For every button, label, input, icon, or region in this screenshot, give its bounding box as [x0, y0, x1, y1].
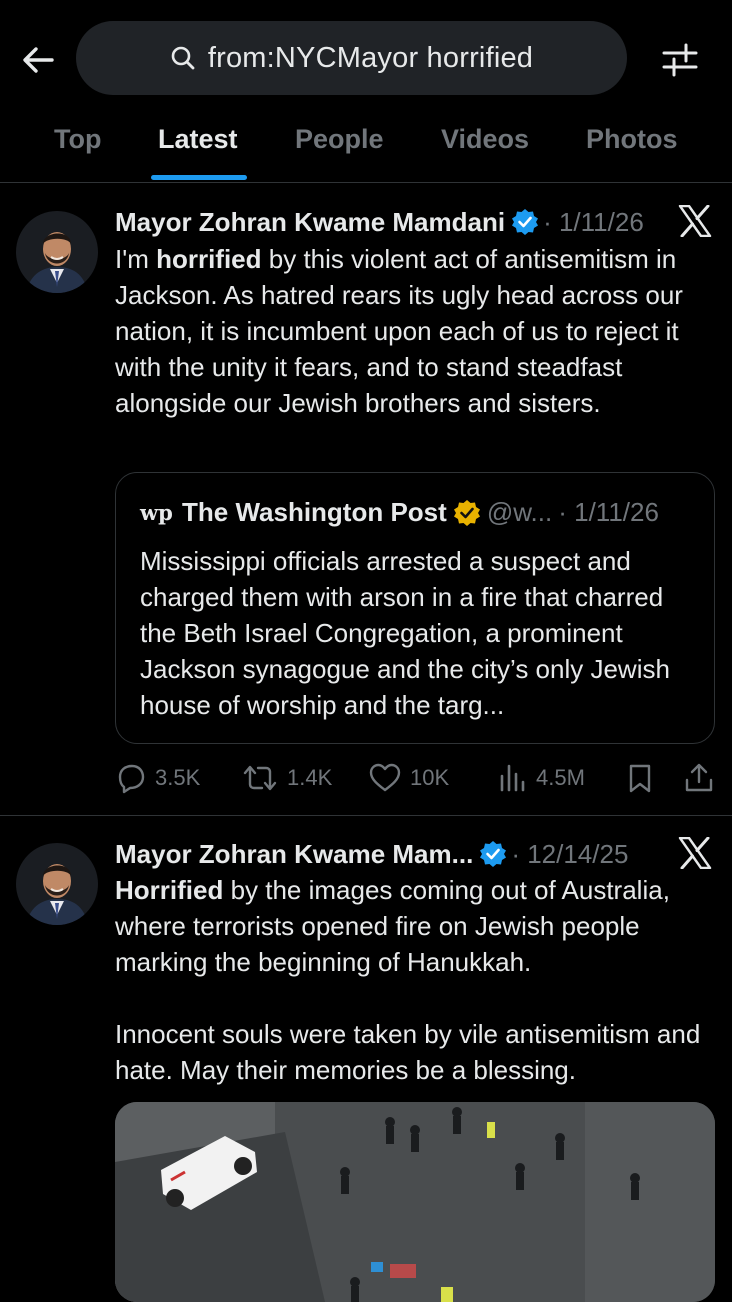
back-arrow-icon	[23, 47, 54, 73]
washington-post-logo: wp	[140, 500, 173, 525]
avatar[interactable]	[16, 211, 98, 293]
author-name[interactable]: Mayor Zohran Kwame Mamdani	[115, 207, 505, 238]
x-logo-icon	[678, 205, 712, 237]
post[interactable]: Mayor Zohran Kwame Mam... · 12/14/25 Hor…	[0, 816, 732, 1302]
verified-badge-icon	[453, 499, 480, 526]
like-icon	[369, 763, 401, 792]
quoted-handle: @w...	[486, 497, 553, 527]
repost-count: 1.4K	[287, 765, 333, 790]
views-button[interactable]: 4.5M	[498, 758, 585, 798]
search-icon	[171, 46, 195, 70]
author-name[interactable]: Mayor Zohran Kwame Mam...	[115, 839, 473, 870]
tab-people[interactable]: People	[295, 124, 384, 155]
quoted-post[interactable]: wp The Washington Post @w... · 1/11/26 M…	[115, 472, 715, 744]
reply-icon	[118, 764, 145, 794]
repost-icon	[243, 765, 277, 791]
x-logo-icon	[678, 837, 712, 869]
search-query: from:NYCMayor horrified	[207, 41, 534, 74]
like-count: 10K	[410, 765, 450, 790]
views-icon	[500, 764, 525, 792]
verified-badge-icon	[512, 209, 539, 235]
share-button[interactable]	[683, 758, 723, 798]
post-body: I'm horrified by this violent act of ant…	[115, 244, 683, 418]
tab-videos[interactable]: Videos	[441, 124, 529, 155]
bookmark-icon	[629, 764, 651, 793]
quoted-post-header: wp The Washington Post @w... · 1/11/26	[140, 497, 659, 528]
tab-photos[interactable]: Photos	[586, 124, 678, 155]
post-body: Horrified by the images coming out of Au…	[115, 875, 701, 1085]
bookmark-button[interactable]	[625, 758, 663, 798]
search-input[interactable]: from:NYCMayor horrified	[76, 21, 627, 95]
quoted-author-name: The Washington Post	[182, 497, 447, 527]
back-button[interactable]	[18, 40, 58, 80]
search-header: from:NYCMayor horrified Top Latest Peopl…	[0, 0, 732, 183]
reply-count: 3.5K	[155, 765, 201, 790]
quoted-post-text: Mississippi officials arrested a suspect…	[140, 546, 670, 720]
post-header: Mayor Zohran Kwame Mam... · 12/14/25	[115, 834, 628, 874]
post[interactable]: Mayor Zohran Kwame Mamdani · 1/11/26 I'm…	[0, 183, 732, 816]
active-tab-indicator	[151, 175, 247, 180]
avatar[interactable]	[16, 843, 98, 925]
views-count: 4.5M	[536, 765, 585, 790]
search-filter-button[interactable]	[660, 40, 700, 80]
quoted-date: · 1/11/26	[558, 497, 659, 527]
reply-button[interactable]: 3.5K	[115, 758, 200, 798]
post-image[interactable]	[115, 1102, 715, 1302]
post-actions: 3.5K 1.4K 10K 4.5M	[115, 758, 715, 798]
post-date: · 12/14/25	[511, 838, 629, 869]
post-header: Mayor Zohran Kwame Mamdani · 1/11/26	[115, 202, 644, 242]
search-tabs: Top Latest People Videos Photos	[0, 112, 732, 180]
tab-top[interactable]: Top	[54, 124, 101, 155]
repost-button[interactable]: 1.4K	[241, 758, 332, 798]
like-button[interactable]: 10K	[368, 758, 449, 798]
tab-latest[interactable]: Latest	[158, 124, 238, 155]
verified-badge-icon	[480, 841, 507, 867]
share-icon	[685, 763, 713, 792]
filter-icon	[662, 43, 698, 77]
post-date: · 1/11/26	[543, 206, 644, 237]
